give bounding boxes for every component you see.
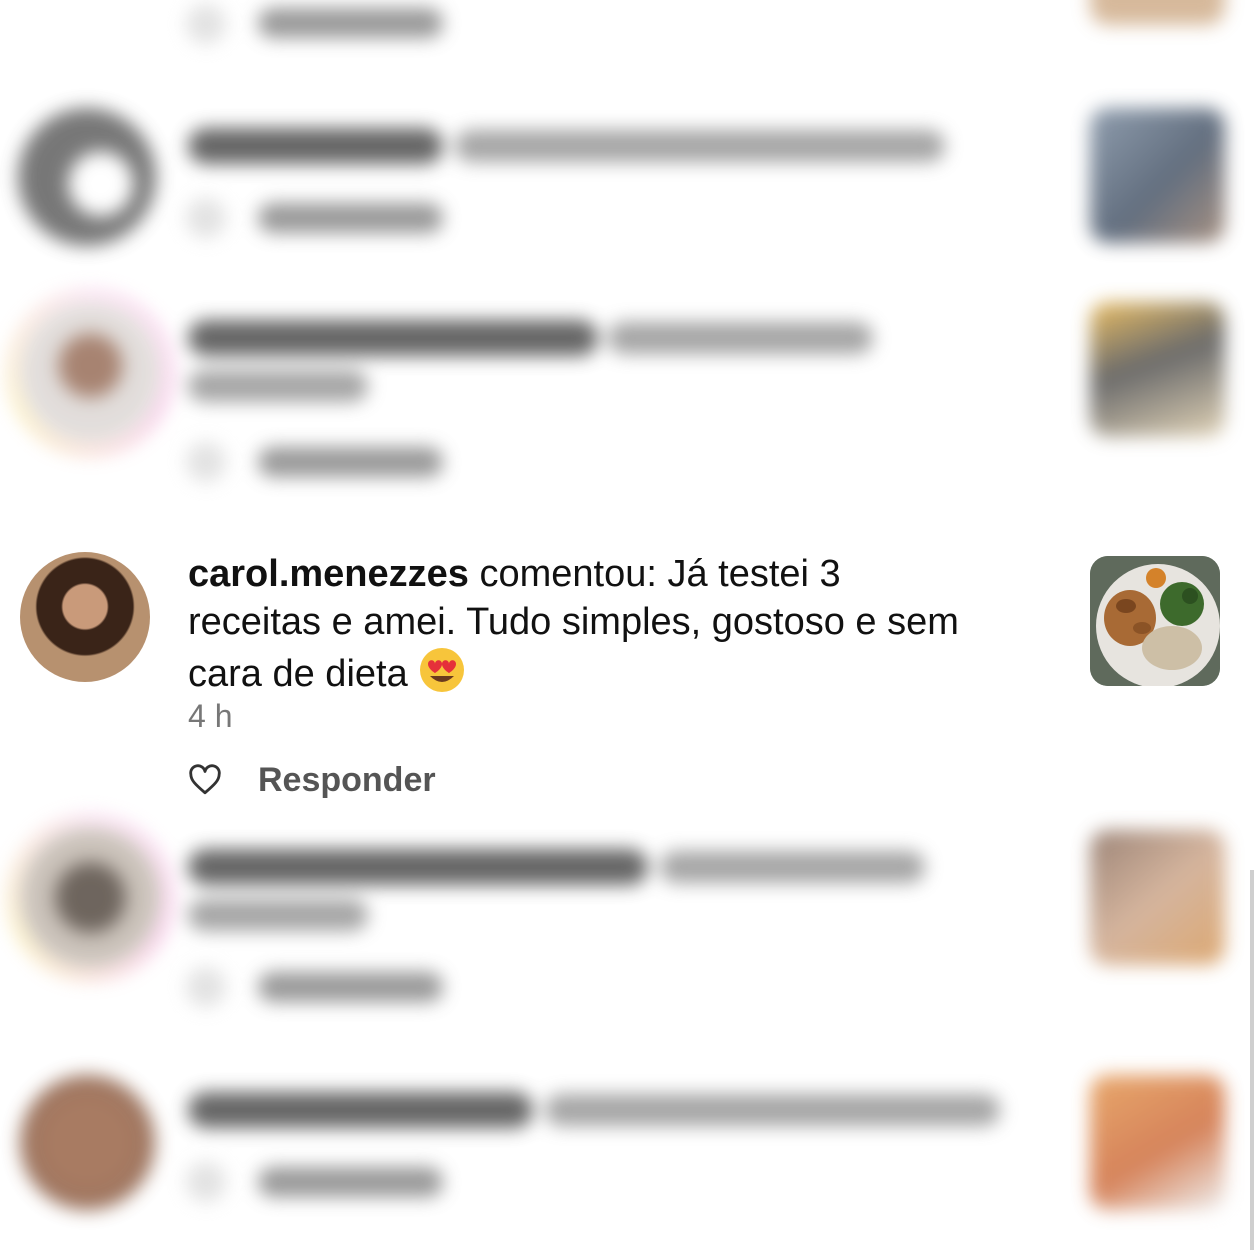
blurred-thumbnail [1090, 108, 1225, 243]
blurred-comment-text [608, 322, 873, 354]
blurred-thumbnail [1090, 830, 1225, 965]
blurred-comment-2 [0, 290, 1254, 490]
blurred-comment-top [0, 0, 1254, 60]
blurred-comment-text [188, 370, 368, 402]
blurred-comment-1 [0, 100, 1254, 250]
blurred-username [188, 128, 443, 164]
comment-username[interactable]: carol.menezzes [188, 553, 469, 595]
blurred-reply-label [258, 447, 443, 477]
blurred-heart-icon [186, 4, 226, 44]
blurred-comment-text [455, 130, 945, 162]
blurred-comment-3 [0, 815, 1254, 1015]
blurred-thumbnail [1090, 0, 1225, 25]
blurred-comment-text [660, 851, 925, 883]
comment-message-line3: cara de dieta [188, 653, 419, 695]
blurred-username [188, 849, 648, 885]
commenter-avatar[interactable] [20, 552, 150, 682]
blurred-heart-icon [186, 967, 226, 1007]
blurred-thumbnail [1090, 1075, 1225, 1210]
reply-button[interactable]: Responder [258, 761, 436, 800]
post-thumbnail[interactable] [1090, 556, 1220, 686]
blurred-avatar [20, 1075, 155, 1210]
comment-message-line2: receitas e amei. Tudo simples, gostoso e… [188, 601, 959, 643]
blurred-reply-label [258, 1167, 443, 1197]
food-plate-image [1090, 556, 1220, 686]
blurred-comment-text [188, 899, 368, 931]
blurred-heart-icon [186, 1162, 226, 1202]
comment-actions: Responder [188, 760, 436, 800]
blurred-reply-label [258, 8, 443, 38]
blurred-comment-text [545, 1094, 1000, 1126]
blurred-reply-label [258, 203, 443, 233]
blurred-avatar-story-ring [8, 290, 173, 455]
featured-comment: carol.menezzes comentou: Já testei 3 rec… [0, 548, 1254, 808]
blurred-username [188, 320, 598, 356]
blurred-avatar-story-ring [8, 815, 173, 980]
blurred-reply-label [258, 972, 443, 1002]
blurred-thumbnail [1090, 302, 1225, 437]
comment-text: carol.menezzes comentou: Já testei 3 rec… [188, 550, 1048, 698]
blurred-username [188, 1092, 533, 1128]
scrollbar[interactable] [1250, 870, 1254, 1250]
comment-message-line1: comentou: Já testei 3 [468, 553, 841, 595]
heart-icon[interactable] [188, 763, 222, 797]
blurred-avatar [18, 108, 156, 246]
blurred-heart-icon [186, 442, 226, 482]
blurred-heart-icon [186, 198, 226, 238]
blurred-comment-4 [0, 1070, 1254, 1250]
comment-timestamp: 4 h [188, 698, 233, 734]
heart-eyes-emoji-icon [420, 648, 465, 692]
